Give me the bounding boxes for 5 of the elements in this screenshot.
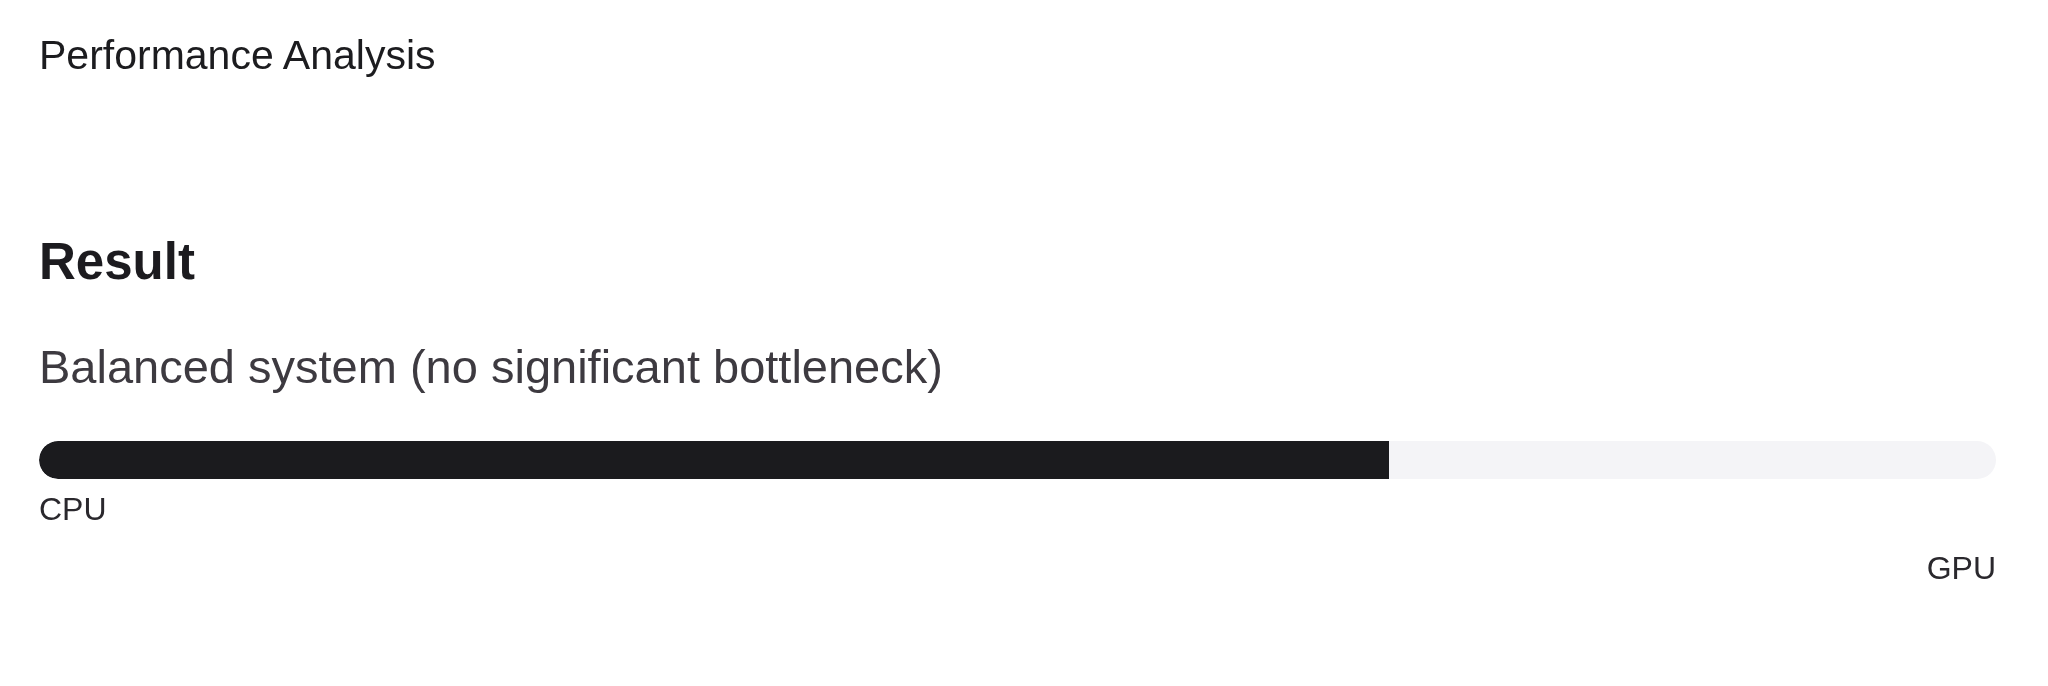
result-summary: Balanced system (no significant bottleneck) bbox=[39, 339, 943, 394]
cpu-label: CPU bbox=[39, 490, 107, 529]
gpu-label: GPU bbox=[1926, 549, 1996, 588]
page-title: Performance Analysis bbox=[39, 31, 436, 79]
result-heading: Result bbox=[39, 232, 195, 292]
